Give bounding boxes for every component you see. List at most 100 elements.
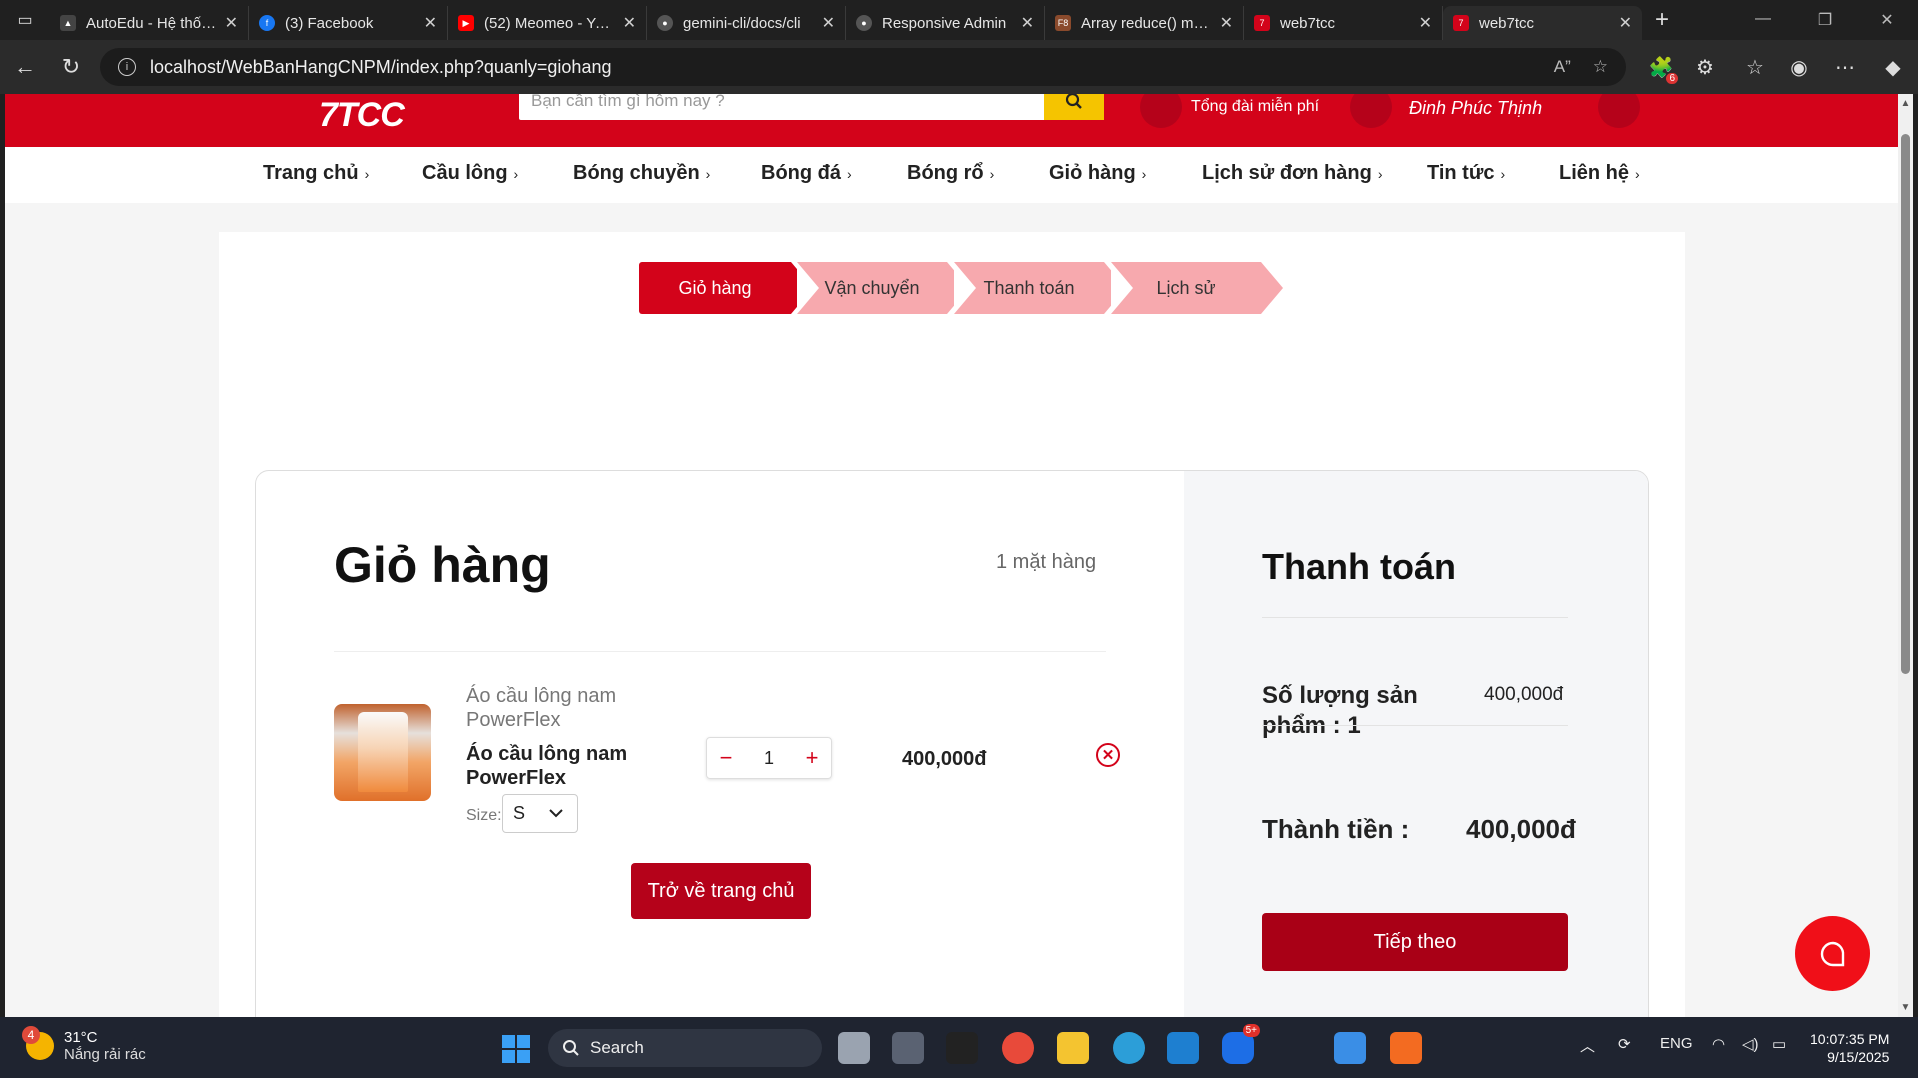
- notepad-icon[interactable]: [1334, 1032, 1366, 1064]
- nav-item-home[interactable]: Trang chủ ›: [263, 162, 369, 185]
- maximize-icon[interactable]: ❐: [1794, 10, 1856, 30]
- quantity-value[interactable]: 1: [745, 748, 793, 769]
- close-tab-icon[interactable]: ✕: [1619, 13, 1632, 33]
- browser-tab-active[interactable]: 7 web7tcc ✕: [1443, 6, 1642, 40]
- zalo-icon[interactable]: 5+: [1222, 1024, 1260, 1064]
- back-icon[interactable]: ←: [2, 54, 48, 80]
- nav-item-order-history[interactable]: Lịch sử đơn hàng ›: [1202, 162, 1383, 185]
- app-icon[interactable]: [946, 1032, 978, 1064]
- scrollbar-thumb[interactable]: [1901, 134, 1910, 674]
- chevron-right-icon: ›: [847, 166, 852, 182]
- copilot-icon[interactable]: ◆: [1876, 50, 1910, 84]
- search-input[interactable]: Bạn cần tìm gì hôm nay ?: [519, 94, 1049, 120]
- search-button[interactable]: [1044, 94, 1104, 120]
- step-cart[interactable]: Giỏ hàng: [639, 262, 813, 314]
- site-info-icon[interactable]: i: [118, 58, 136, 76]
- taskbar: 4 31°C Nắng rải rác Search 5+ ︿ ⟳ ENG ◠ …: [0, 1017, 1918, 1078]
- browser-tab[interactable]: 7 web7tcc ✕: [1244, 6, 1443, 40]
- battery-icon[interactable]: ▭: [1772, 1035, 1786, 1053]
- next-button[interactable]: Tiếp theo: [1262, 913, 1568, 971]
- taskbar-search[interactable]: Search: [548, 1029, 822, 1067]
- file-explorer-icon[interactable]: [1057, 1032, 1089, 1064]
- new-tab-icon[interactable]: +: [1642, 6, 1682, 34]
- scroll-up-icon[interactable]: ▲: [1900, 98, 1911, 109]
- user-icon: [1350, 94, 1392, 128]
- line-price: 400,000đ: [902, 748, 987, 770]
- nav-item-badminton[interactable]: Cầu lông ›: [422, 162, 518, 185]
- product-name[interactable]: Áo cầu lông nam PowerFlex: [466, 742, 646, 790]
- close-window-icon[interactable]: ✕: [1856, 10, 1918, 30]
- address-bar-row: ← ↻ i localhost/WebBanHangCNPM/index.php…: [0, 40, 1918, 94]
- page-scrollbar[interactable]: ▲ ▼: [1898, 94, 1913, 1017]
- browser-tab[interactable]: F8Array reduce() method✕: [1045, 6, 1244, 40]
- step-shipping[interactable]: Vận chuyển: [797, 262, 969, 314]
- user-name[interactable]: Đinh Phúc Thịnh: [1409, 98, 1542, 119]
- browser-tab[interactable]: ● gemini-cli/docs/cli ✕: [647, 6, 846, 40]
- volume-icon[interactable]: ◁): [1742, 1035, 1759, 1053]
- cart-icon[interactable]: [1598, 94, 1640, 128]
- nav-item-contact[interactable]: Liên hệ ›: [1559, 162, 1640, 185]
- edge-icon[interactable]: [1113, 1032, 1145, 1064]
- hotline-label[interactable]: Tổng đài miễn phí: [1191, 98, 1319, 116]
- extension-icon[interactable]: 🧩 6: [1644, 50, 1678, 84]
- url-field[interactable]: i localhost/WebBanHangCNPM/index.php?qua…: [100, 48, 1626, 86]
- favorite-star-icon[interactable]: ☆: [1593, 57, 1608, 77]
- xampp-icon[interactable]: [1390, 1032, 1422, 1064]
- more-menu-icon[interactable]: ⋯: [1828, 50, 1862, 84]
- wifi-icon[interactable]: ◠: [1712, 1035, 1725, 1053]
- close-tab-icon[interactable]: ✕: [1419, 13, 1432, 33]
- product-image[interactable]: [334, 704, 431, 801]
- sync-icon[interactable]: ⟳: [1618, 1035, 1631, 1053]
- nav-item-volleyball[interactable]: Bóng chuyền ›: [573, 162, 710, 185]
- close-tab-icon[interactable]: ✕: [1220, 13, 1233, 33]
- browser-tab[interactable]: f (3) Facebook ✕: [249, 6, 448, 40]
- nav-item-news[interactable]: Tin tức ›: [1427, 162, 1505, 185]
- step-payment[interactable]: Thanh toán: [954, 262, 1126, 314]
- sidebar-toggle-icon[interactable]: ▭: [0, 0, 50, 40]
- tray-expand-icon[interactable]: ︿: [1580, 1035, 1595, 1056]
- browser-tab[interactable]: ▶(52) Meomeo - YouTube✕: [448, 6, 647, 40]
- refresh-icon[interactable]: ↻: [48, 54, 94, 80]
- read-aloud-icon[interactable]: A”: [1554, 57, 1571, 77]
- browser-tab[interactable]: ● Responsive Admin ✕: [846, 6, 1045, 40]
- chat-button[interactable]: [1795, 916, 1870, 991]
- site-favicon-icon: 7: [1254, 15, 1270, 31]
- quantity-stepper: − 1 +: [706, 737, 832, 779]
- remove-item-icon[interactable]: ✕: [1096, 743, 1120, 767]
- chrome-icon[interactable]: [1002, 1032, 1034, 1064]
- minimize-icon[interactable]: —: [1732, 10, 1794, 30]
- extensions-puzzle-icon[interactable]: ⚙: [1688, 50, 1722, 84]
- close-tab-icon[interactable]: ✕: [1021, 13, 1034, 33]
- cart-card: Giỏ hàng 1 mặt hàng Áo cầu lông nam Powe…: [255, 470, 1649, 1017]
- step-history[interactable]: Lịch sử: [1111, 262, 1283, 314]
- increase-qty-button[interactable]: +: [793, 739, 831, 777]
- browser-tab[interactable]: ▲ AutoEdu - Hệ thống ✕: [50, 6, 249, 40]
- nav-item-basketball[interactable]: Bóng rổ ›: [907, 162, 994, 185]
- close-tab-icon[interactable]: ✕: [424, 13, 437, 33]
- language-indicator[interactable]: ENG: [1660, 1035, 1693, 1052]
- site-logo[interactable]: 7TCC: [319, 96, 405, 135]
- search-icon: [563, 1040, 579, 1056]
- close-tab-icon[interactable]: ✕: [623, 13, 636, 33]
- back-home-button[interactable]: Trở về trang chủ: [631, 863, 811, 919]
- app-icon[interactable]: [892, 1032, 924, 1064]
- scroll-down-icon[interactable]: ▼: [1900, 1002, 1911, 1013]
- size-select[interactable]: S: [502, 794, 578, 833]
- github-favicon-icon: ●: [856, 15, 872, 31]
- close-tab-icon[interactable]: ✕: [225, 13, 238, 33]
- start-button[interactable]: [502, 1035, 530, 1063]
- cart-item-count: 1 mặt hàng: [996, 551, 1097, 573]
- task-view-icon[interactable]: [838, 1032, 870, 1064]
- close-tab-icon[interactable]: ✕: [822, 13, 835, 33]
- decrease-qty-button[interactable]: −: [707, 739, 745, 777]
- vscode-icon[interactable]: [1167, 1032, 1199, 1064]
- nav-item-football[interactable]: Bóng đá ›: [761, 162, 852, 185]
- system-clock[interactable]: 10:07:35 PM 9/15/2025: [1810, 1030, 1889, 1066]
- profile-avatar-icon[interactable]: ◉: [1782, 50, 1816, 84]
- favorites-icon[interactable]: ☆: [1738, 50, 1772, 84]
- weather-widget[interactable]: 4 31°C Nắng rải rác: [22, 1026, 146, 1063]
- page-viewport: 7TCC Bạn cần tìm gì hôm nay ? Tổng đài m…: [5, 94, 1898, 1017]
- nav-item-cart[interactable]: Giỏ hàng ›: [1049, 162, 1146, 185]
- product-category: Áo cầu lông nam PowerFlex: [466, 685, 617, 731]
- chevron-right-icon: ›: [1141, 166, 1147, 182]
